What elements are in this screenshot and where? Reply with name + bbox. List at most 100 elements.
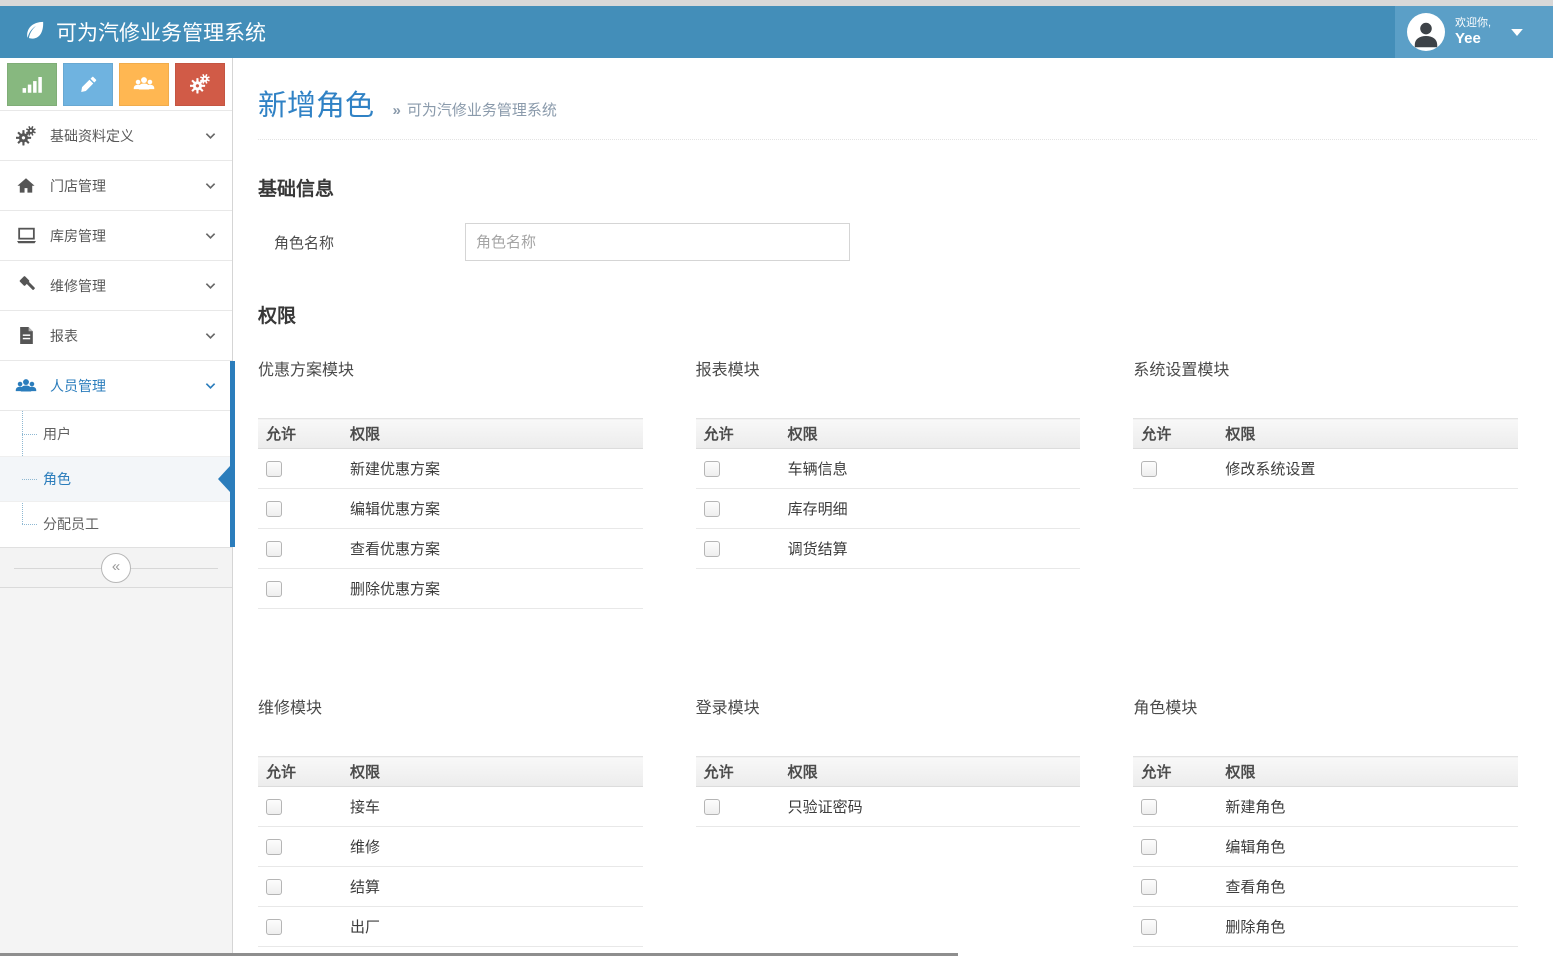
module-card-0: 优惠方案模块允许权限新建优惠方案编辑优惠方案查看优惠方案删除优惠方案 (258, 356, 662, 609)
permission-label: 新建角色 (1217, 787, 1518, 827)
allow-column-header: 允许 (696, 419, 780, 449)
permission-column-header: 权限 (342, 419, 643, 449)
sidebar-filler (0, 588, 232, 956)
permission-checkbox[interactable] (704, 799, 720, 815)
permission-label: 接车 (342, 787, 643, 827)
permissions-table: 允许权限车辆信息库存明细调货结算 (696, 418, 1081, 569)
submenu-staff: 用户角色分配员工 (0, 410, 232, 546)
permission-checkbox[interactable] (1141, 839, 1157, 855)
permission-row: 维修 (258, 827, 643, 867)
permission-modules: 优惠方案模块允许权限新建优惠方案编辑优惠方案查看优惠方案删除优惠方案报表模块允许… (258, 356, 1537, 956)
permission-checkbox[interactable] (704, 501, 720, 517)
permissions-table: 允许权限接车维修结算出厂管理维修活动回访 (258, 756, 643, 956)
sidebar-item-base-data[interactable]: 基础资料定义 (0, 110, 232, 160)
file-icon (14, 326, 38, 345)
submenu-item-users[interactable]: 用户 (0, 411, 232, 456)
permission-row: 编辑优惠方案 (258, 489, 643, 529)
users-icon (14, 377, 38, 395)
chevron-down-icon (205, 332, 216, 340)
sidebar-item-staff[interactable]: 人员管理 (0, 360, 232, 410)
users-shortcut-button[interactable] (119, 63, 169, 106)
permission-checkbox[interactable] (266, 879, 282, 895)
permission-row: 新建角色 (1133, 787, 1518, 827)
active-item-indicator (230, 361, 235, 547)
permission-checkbox[interactable] (266, 839, 282, 855)
module-card-5: 角色模块允许权限新建角色编辑角色查看角色删除角色 (1133, 694, 1537, 956)
gavel-icon (14, 276, 38, 295)
permission-label: 维修 (342, 827, 643, 867)
permission-column-header: 权限 (1217, 757, 1518, 787)
sidebar-item-stores[interactable]: 门店管理 (0, 160, 232, 210)
permission-checkbox[interactable] (1141, 461, 1157, 477)
chart-shortcut-button[interactable] (7, 63, 57, 106)
submenu-item-roles[interactable]: 角色 (0, 456, 232, 501)
pencil-shortcut-button[interactable] (63, 63, 113, 106)
permission-row: 接车 (258, 787, 643, 827)
role-name-input[interactable] (465, 223, 850, 261)
permission-label: 库存明细 (780, 489, 1081, 529)
sidebar-collapse-bar: « (0, 547, 232, 588)
sidebar-item-reports[interactable]: 报表 (0, 310, 232, 360)
permission-label: 删除优惠方案 (342, 569, 643, 609)
chevron-down-icon (205, 282, 216, 290)
permission-checkbox[interactable] (266, 461, 282, 477)
brand: 可为汽修业务管理系统 (24, 6, 266, 58)
permissions-heading: 权限 (258, 301, 1537, 328)
permission-column-header: 权限 (342, 757, 643, 787)
permission-row: 修改系统设置 (1133, 449, 1518, 489)
permission-column-header: 权限 (1217, 419, 1518, 449)
permission-label: 结算 (342, 867, 643, 907)
permission-checkbox[interactable] (704, 461, 720, 477)
chevron-down-icon (205, 132, 216, 140)
module-name: 角色模块 (1133, 694, 1537, 718)
permission-label: 查看角色 (1217, 867, 1518, 907)
permission-row: 结算 (258, 867, 643, 907)
permission-checkbox[interactable] (1141, 799, 1157, 815)
submenu-item-assign-staff[interactable]: 分配员工 (0, 501, 232, 546)
caret-down-icon (1511, 29, 1523, 36)
role-name-row: 角色名称 (258, 223, 1537, 261)
allow-column-header: 允许 (1133, 419, 1217, 449)
allow-column-header: 允许 (1133, 757, 1217, 787)
module-card-2: 系统设置模块允许权限修改系统设置 (1133, 356, 1537, 609)
permission-label: 删除角色 (1217, 907, 1518, 947)
desktop-icon (14, 226, 38, 245)
breadcrumb-text: 可为汽修业务管理系统 (407, 102, 557, 119)
permission-checkbox[interactable] (266, 541, 282, 557)
permission-row: 新建优惠方案 (258, 449, 643, 489)
permission-row: 调货结算 (696, 529, 1081, 569)
permission-checkbox[interactable] (266, 919, 282, 935)
permission-row: 出厂 (258, 907, 643, 947)
permission-row: 车辆信息 (696, 449, 1081, 489)
module-name: 登录模块 (696, 694, 1100, 718)
sidebar-item-repair[interactable]: 维修管理 (0, 260, 232, 310)
permission-checkbox[interactable] (266, 581, 282, 597)
permission-checkbox[interactable] (266, 799, 282, 815)
permission-checkbox[interactable] (1141, 919, 1157, 935)
permission-row: 删除角色 (1133, 907, 1518, 947)
module-name: 维修模块 (258, 694, 662, 718)
sidebar-shortcuts (0, 58, 232, 110)
permissions-table: 允许权限只验证密码 (696, 756, 1081, 827)
permission-row: 删除优惠方案 (258, 569, 643, 609)
permission-label: 编辑角色 (1217, 827, 1518, 867)
active-item-arrow-icon (218, 466, 230, 492)
avatar[interactable] (1407, 13, 1445, 51)
permissions-table: 允许权限新建角色编辑角色查看角色删除角色 (1133, 756, 1518, 947)
main-content: 新增角色 »可为汽修业务管理系统 基础信息 角色名称 权限 优惠方案模块允许权限… (234, 58, 1553, 956)
sidebar-item-warehouse[interactable]: 库房管理 (0, 210, 232, 260)
allow-column-header: 允许 (696, 757, 780, 787)
permissions-table: 允许权限修改系统设置 (1133, 418, 1518, 489)
permission-checkbox[interactable] (704, 541, 720, 557)
permission-label: 调货结算 (780, 529, 1081, 569)
permission-checkbox[interactable] (1141, 879, 1157, 895)
chevron-down-icon (205, 182, 216, 190)
user-menu[interactable]: 欢迎你, Yee (1395, 6, 1553, 58)
settings-shortcut-button[interactable] (175, 63, 225, 106)
module-name: 优惠方案模块 (258, 356, 662, 380)
permission-row: 库存明细 (696, 489, 1081, 529)
role-name-label: 角色名称 (258, 232, 465, 253)
welcome-text: 欢迎你, (1455, 17, 1491, 30)
sidebar-collapse-button[interactable]: « (101, 553, 131, 583)
permission-checkbox[interactable] (266, 501, 282, 517)
